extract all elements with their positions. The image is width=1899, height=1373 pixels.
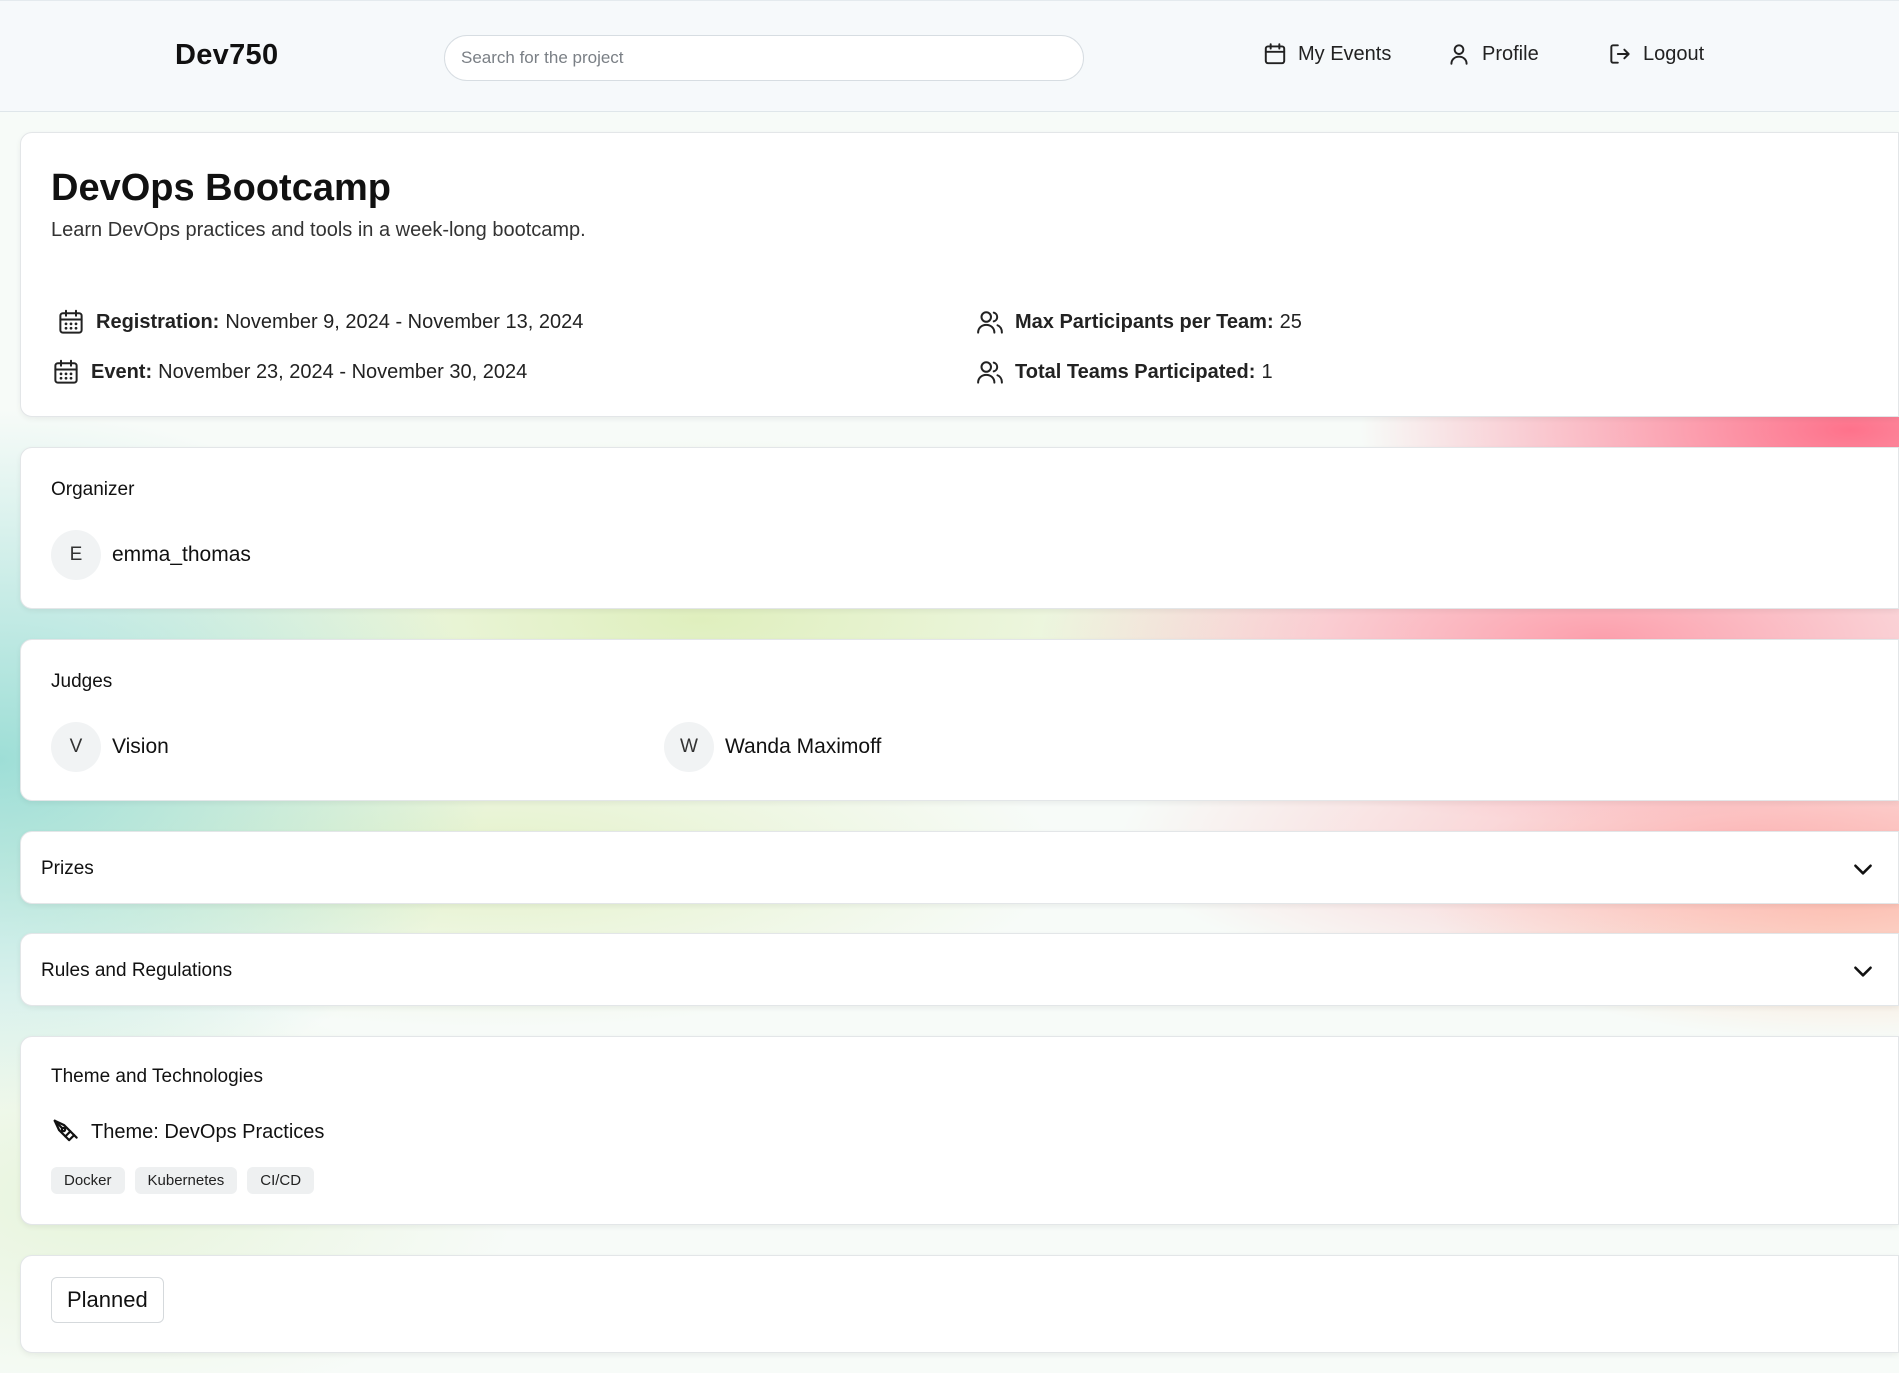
organizer-person[interactable]: E emma_thomas: [51, 530, 251, 580]
status-card: Planned: [20, 1255, 1899, 1353]
event-label: Event:: [91, 360, 153, 383]
theme-heading: Theme and Technologies: [51, 1066, 263, 1087]
calendar-icon: [1264, 43, 1286, 65]
judges-card: Judges V Vision W Wanda Maximoff: [20, 639, 1899, 801]
rules-accordion[interactable]: Rules and Regulations: [20, 933, 1899, 1006]
registration-info: Registration: November 9, 2024 - Novembe…: [56, 307, 583, 337]
tech-tag: Docker: [51, 1167, 125, 1194]
theme-card: Theme and Technologies Theme: DevOps Pra…: [20, 1036, 1899, 1225]
brand-logo[interactable]: Dev750: [175, 39, 278, 72]
nav-logout[interactable]: Logout: [1607, 41, 1704, 67]
prizes-accordion[interactable]: Prizes: [20, 831, 1899, 904]
judge-name: Wanda Maximoff: [725, 735, 882, 758]
registration-value: November 9, 2024 - November 13, 2024: [225, 310, 584, 333]
max-participants-value: 25: [1279, 310, 1302, 333]
avatar: V: [51, 722, 101, 772]
judge-name: Vision: [112, 735, 169, 758]
tech-tags: Docker Kubernetes CI/CD: [51, 1167, 315, 1194]
max-participants-label: Max Participants per Team:: [1015, 310, 1274, 333]
max-participants-info: Max Participants per Team: 25: [975, 307, 1302, 337]
judge-item[interactable]: W Wanda Maximoff: [664, 722, 881, 772]
avatar: E: [51, 530, 101, 580]
nav-profile[interactable]: Profile: [1446, 41, 1539, 67]
users-icon: [977, 361, 1003, 384]
judge-item[interactable]: V Vision: [51, 722, 169, 772]
rules-label: Rules and Regulations: [41, 960, 233, 981]
search-input[interactable]: [444, 35, 1084, 81]
top-navbar: Dev750 My Events Profile Logout: [0, 0, 1899, 112]
nav-my-events[interactable]: My Events: [1262, 41, 1391, 67]
chevron-down-icon[interactable]: [1850, 958, 1876, 984]
calendar-icon: [54, 359, 78, 384]
registration-label: Registration:: [96, 310, 220, 333]
users-icon: [977, 311, 1003, 334]
organizer-name: emma_thomas: [112, 543, 251, 566]
status-badge: Planned: [51, 1277, 164, 1323]
event-title: DevOps Bootcamp: [51, 167, 391, 209]
judges-heading: Judges: [51, 671, 113, 692]
chevron-down-icon[interactable]: [1850, 856, 1876, 882]
theme-text: Theme: DevOps Practices: [91, 1120, 325, 1143]
pen-tool-icon: [53, 1119, 78, 1142]
nav-logout-label: Logout: [1643, 42, 1705, 65]
nav-profile-label: Profile: [1482, 42, 1539, 65]
organizer-card: Organizer E emma_thomas: [20, 447, 1899, 609]
organizer-heading: Organizer: [51, 479, 135, 500]
event-description: Learn DevOps practices and tools in a we…: [51, 219, 586, 241]
user-icon: [1450, 44, 1468, 65]
total-teams-value: 1: [1261, 360, 1273, 383]
prizes-label: Prizes: [41, 858, 94, 879]
avatar: W: [664, 722, 714, 772]
tech-tag: CI/CD: [247, 1167, 315, 1194]
event-value: November 23, 2024 - November 30, 2024: [158, 360, 528, 383]
total-teams-label: Total Teams Participated:: [1015, 360, 1256, 383]
total-teams-info: Total Teams Participated: 1: [975, 357, 1273, 387]
calendar-icon: [59, 309, 83, 334]
logout-icon: [1610, 44, 1630, 64]
event-header-card: DevOps Bootcamp Learn DevOps practices a…: [20, 132, 1899, 417]
tech-tag: Kubernetes: [134, 1167, 238, 1194]
event-dates-info: Event: November 23, 2024 - November 30, …: [51, 357, 527, 387]
nav-my-events-label: My Events: [1298, 42, 1392, 65]
theme-info: Theme: DevOps Practices: [51, 1117, 324, 1147]
